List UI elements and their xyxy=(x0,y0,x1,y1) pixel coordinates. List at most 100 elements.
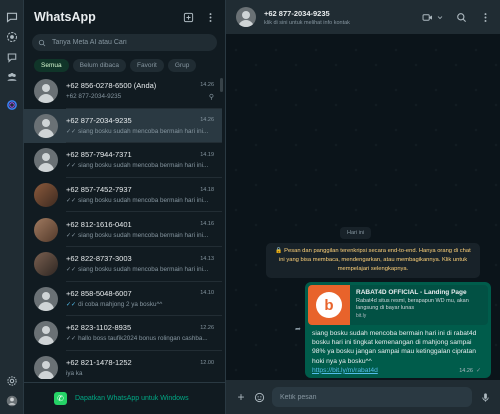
chat-name: +62 823-1102-8935 xyxy=(66,323,132,333)
chats-icon[interactable] xyxy=(5,10,19,24)
chat-name: +62 822-8737-3003 xyxy=(66,254,132,264)
chat-preview: siang bosku sudah mencoba bermain hari i… xyxy=(78,197,209,205)
get-app-banner[interactable]: ✆ Dapatkan WhatsApp untuk Windows xyxy=(24,382,226,414)
outgoing-message[interactable]: b RABAT4D OFFICIAL - Landing Page Rabat4… xyxy=(305,282,491,378)
link-preview-card[interactable]: b RABAT4D OFFICIAL - Landing Page Rabat4… xyxy=(308,285,488,325)
attach-icon[interactable]: + xyxy=(234,390,248,404)
search-icon[interactable] xyxy=(454,10,468,24)
pin-icon: ⚲ xyxy=(208,93,214,101)
chat-preview: siang bosku sudah mencoba bermain hari i… xyxy=(78,266,209,274)
chevron-down-icon[interactable] xyxy=(436,10,444,24)
chat-avatar[interactable] xyxy=(34,148,58,173)
message-meta: 14.26 ✓ xyxy=(459,367,483,375)
filter-all[interactable]: Semua xyxy=(34,59,69,72)
chat-avatar[interactable] xyxy=(34,79,58,104)
chat-time: 14.26 xyxy=(200,117,214,124)
nav-rail xyxy=(0,0,24,414)
communities-icon[interactable] xyxy=(5,70,19,84)
chat-time: 14.10 xyxy=(200,290,214,297)
chat-avatar[interactable] xyxy=(34,217,58,242)
chat-time: 12.00 xyxy=(200,359,214,366)
video-call-icon[interactable] xyxy=(420,10,434,24)
chat-name: +62 877-2034-9235 xyxy=(66,115,132,125)
meta-ai-icon[interactable] xyxy=(5,98,19,112)
chat-list: +62 856-0278-6500 (Anda) 14.26 +62 877-203… xyxy=(24,74,222,379)
chat-preview: iya ka xyxy=(66,370,83,378)
search-input[interactable] xyxy=(52,39,202,46)
chat-row[interactable]: +62 823-1102-8935 12.26 ✓✓ hallo boss taufi… xyxy=(24,316,222,351)
chat-row[interactable]: +62 821-1478-1252 12.00 iya ka xyxy=(24,351,222,379)
chat-preview: siang bosku sudah mencoba bermain hari i… xyxy=(78,231,209,239)
filter-unread[interactable]: Belum dibaca xyxy=(72,59,126,72)
day-separator: Hari ini xyxy=(340,227,372,239)
chat-preview: siang bosku sudah mencoba bermain hari i… xyxy=(78,127,209,135)
search-icon xyxy=(38,39,46,46)
sticker-icon[interactable] xyxy=(252,390,266,404)
chat-row[interactable]: +62 856-0278-6500 (Anda) 14.26 +62 877-203… xyxy=(24,74,222,109)
read-ticks-icon: ✓✓ xyxy=(66,336,77,343)
filter-groups[interactable]: Grup xyxy=(167,59,197,72)
composer: + xyxy=(226,380,500,414)
message-link[interactable]: https://bit.ly/m/rabat4d xyxy=(312,367,378,374)
contact-subtitle: klik di sini untuk melihat info kontak xyxy=(264,19,350,26)
search-box[interactable] xyxy=(32,34,217,51)
chat-time: 14.19 xyxy=(200,151,214,158)
chat-row[interactable]: +62 812-1616-0401 14.16 ✓✓ siang bosku suda… xyxy=(24,212,222,247)
conversation-header[interactable]: +62 877-2034-9235 klik di sini untuk mel… xyxy=(226,0,500,34)
settings-icon[interactable] xyxy=(5,374,19,388)
chat-preview: di coba mahjong 2 ya bosku^^ xyxy=(78,300,163,308)
new-chat-icon[interactable] xyxy=(181,10,195,24)
chat-time: 14.13 xyxy=(200,255,214,262)
message-body: siang bosku sudah mencoba bermain hari i… xyxy=(312,330,477,365)
link-thumbnail: b xyxy=(308,285,350,325)
chat-list-header: WhatsApp xyxy=(24,0,225,34)
chat-preview: +62 877-2034-9235 xyxy=(66,93,122,101)
chat-avatar[interactable] xyxy=(34,321,58,346)
filter-favorites[interactable]: Favorit xyxy=(130,59,164,72)
chat-list-panel: WhatsApp Semua Belum dibaca Favorit Grup… xyxy=(24,0,226,414)
chat-row[interactable]: +62 858-5048-6007 14.10 ✓✓ di coba mahjong … xyxy=(24,282,222,317)
forward-icon[interactable]: ➦ xyxy=(295,325,304,334)
menu-icon[interactable] xyxy=(203,10,217,24)
chat-row[interactable]: +62 857-7452-7937 14.18 ✓✓ siang bosku suda… xyxy=(24,178,222,213)
contact-info[interactable]: +62 877-2034-9235 klik di sini untuk mel… xyxy=(264,9,410,26)
microphone-icon[interactable] xyxy=(478,390,492,404)
chat-name: +62 821-1478-1252 xyxy=(66,358,132,368)
chat-name: +62 857-7944-7371 xyxy=(66,150,132,160)
message-time: 14.26 xyxy=(459,367,473,374)
get-app-text: Dapatkan WhatsApp untuk Windows xyxy=(75,395,189,402)
chat-time: 14.26 xyxy=(200,82,214,89)
read-ticks-icon: ✓✓ xyxy=(66,301,77,308)
chat-avatar[interactable] xyxy=(34,113,58,138)
chat-row[interactable]: +62 857-7944-7371 14.19 ✓✓ siang bosku suda… xyxy=(24,143,222,178)
chat-avatar[interactable] xyxy=(34,286,58,311)
chat-avatar[interactable] xyxy=(34,183,58,208)
chat-avatar[interactable] xyxy=(34,252,58,277)
read-ticks-icon: ✓✓ xyxy=(66,163,77,170)
message-input[interactable] xyxy=(272,387,472,407)
status-icon[interactable] xyxy=(5,30,19,44)
whatsapp-logo-icon: ✆ xyxy=(54,392,67,405)
chat-row[interactable]: +62 822-8737-3003 14.13 ✓✓ siang bosku suda… xyxy=(24,247,222,282)
menu-icon[interactable] xyxy=(478,10,492,24)
profile-icon[interactable] xyxy=(5,394,19,408)
filter-chips: Semua Belum dibaca Favorit Grup xyxy=(24,51,225,76)
chat-avatar[interactable] xyxy=(34,356,58,379)
encryption-notice[interactable]: 🔒 Pesan dan panggilan terenkripsi secara… xyxy=(266,243,480,278)
chat-list-scrollbar[interactable] xyxy=(220,78,223,92)
channels-icon[interactable] xyxy=(5,50,19,64)
chat-preview: siang bosku sudah mencoba bermain hari i… xyxy=(78,162,209,170)
contact-avatar[interactable] xyxy=(236,7,256,27)
encryption-notice-text: Pesan dan panggilan terenkripsi secara e… xyxy=(278,248,471,272)
chat-time: 14.18 xyxy=(200,186,214,193)
read-ticks-icon: ✓✓ xyxy=(66,267,77,274)
chat-name: +62 812-1616-0401 xyxy=(66,219,132,229)
lock-icon: 🔒 xyxy=(275,248,285,254)
chat-time: 12.26 xyxy=(200,324,214,331)
delivered-tick-icon: ✓ xyxy=(475,368,481,374)
chat-name: +62 858-5048-6007 xyxy=(66,288,132,298)
link-title: RABAT4D OFFICIAL - Landing Page xyxy=(356,289,467,296)
conversation-panel: +62 877-2034-9235 klik di sini untuk mel… xyxy=(226,0,500,414)
chat-row[interactable]: +62 877-2034-9235 14.26 ✓✓ siang bosku suda… xyxy=(24,108,222,144)
contact-name: +62 877-2034-9235 xyxy=(264,8,330,18)
